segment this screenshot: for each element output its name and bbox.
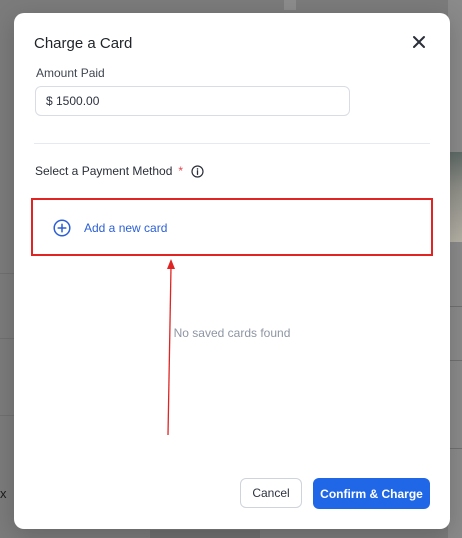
charge-card-modal: Charge a Card Amount Paid $ 1500.00 Sele… [14, 13, 450, 529]
payment-method-label: Select a Payment Method * [35, 164, 204, 178]
cancel-button[interactable]: Cancel [240, 478, 302, 508]
background-footer [150, 530, 260, 538]
background-scrollbar [284, 0, 296, 10]
payment-method-label-text: Select a Payment Method [35, 164, 173, 178]
modal-title: Charge a Card [34, 35, 133, 52]
background-divider [0, 273, 14, 274]
close-button[interactable] [410, 33, 428, 51]
amount-paid-label: Amount Paid [36, 66, 105, 80]
background-right-panel [448, 0, 462, 538]
section-divider [34, 143, 430, 144]
plus-circle-icon [53, 219, 71, 237]
no-saved-cards-message: No saved cards found [173, 326, 291, 340]
background-image [448, 152, 462, 242]
background-divider [448, 360, 462, 361]
amount-paid-input[interactable]: $ 1500.00 [35, 86, 350, 116]
background-close-glyph: x [0, 486, 7, 501]
background-divider [448, 306, 462, 307]
add-new-card-label: Add a new card [84, 221, 168, 235]
background-divider [448, 448, 462, 449]
confirm-charge-button[interactable]: Confirm & Charge [313, 478, 430, 509]
background-divider [0, 338, 14, 339]
close-icon [413, 36, 425, 48]
background-divider [0, 415, 14, 416]
required-marker: * [178, 164, 184, 178]
add-new-card-button[interactable]: Add a new card [31, 198, 433, 256]
info-icon[interactable] [191, 164, 204, 178]
